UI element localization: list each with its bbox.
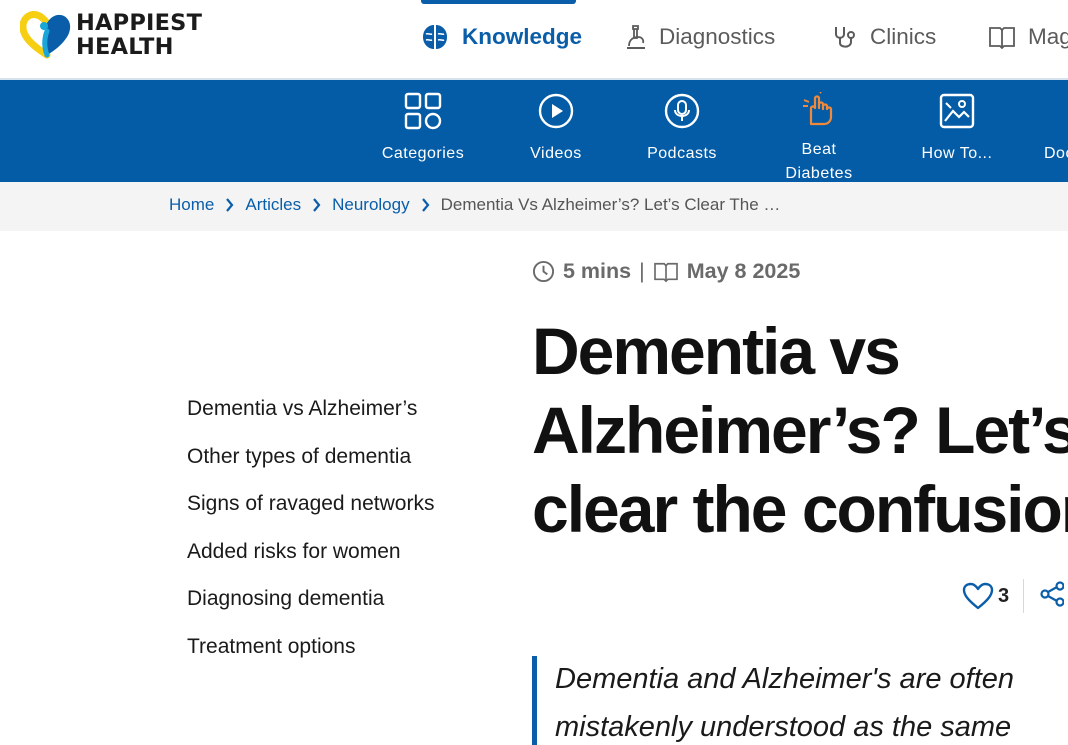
nav-knowledge[interactable]: Knowledge xyxy=(420,22,582,52)
article-actions: 3 xyxy=(962,578,1065,614)
like-count: 3 xyxy=(998,584,1010,607)
subnav-podcasts[interactable]: Podcasts xyxy=(636,90,728,166)
subnav-videos-label: Videos xyxy=(530,145,582,162)
book-icon xyxy=(989,27,1015,50)
brain-icon xyxy=(423,25,447,49)
subnav-beat-diabetes[interactable]: Beat Diabetes xyxy=(774,90,864,186)
breadcrumb-home[interactable]: Home xyxy=(169,195,214,215)
chevron-right-icon xyxy=(421,198,430,212)
heart-logo-icon xyxy=(20,11,71,59)
publish-date: May 8 2025 xyxy=(686,259,801,283)
subnav-how-to[interactable]: How To... xyxy=(912,90,1002,166)
breadcrumb-neurology[interactable]: Neurology xyxy=(332,195,410,215)
subnav-categories[interactable]: Categories xyxy=(372,90,474,166)
summary-line: Dementia and Alzheimer's are often xyxy=(555,663,1015,695)
document-icon xyxy=(1044,90,1068,132)
article-meta: 5 mins | May 8 2025 xyxy=(532,259,800,284)
share-icon xyxy=(1040,580,1065,607)
stethoscope-icon xyxy=(835,27,855,48)
subnav-docs[interactable]: Doc xyxy=(1044,90,1068,166)
subnav-beat-diabetes-label: Beat Diabetes xyxy=(785,141,853,182)
meta-separator: | xyxy=(639,259,645,283)
nav-magazine-label: Mag xyxy=(1028,24,1068,49)
article-summary: Dementia and Alzheimer's are often mista… xyxy=(532,656,1068,745)
toc-item[interactable]: Added risks for women xyxy=(187,528,434,576)
section-nav: Categories Videos Podcasts Beat Diabetes… xyxy=(0,80,1068,182)
article-title: Dementia vs Alzheimer’s? Let’s clear the… xyxy=(532,312,1068,549)
nav-diagnostics-label: Diagnostics xyxy=(659,24,776,49)
nav-clinics-label: Clinics xyxy=(870,24,937,49)
breadcrumb-articles[interactable]: Articles xyxy=(245,195,301,215)
subnav-docs-label: Doc xyxy=(1044,145,1068,162)
brand-wordmark: HAPPIEST HEALTH xyxy=(76,10,203,60)
subnav-podcasts-label: Podcasts xyxy=(647,145,717,162)
heart-icon xyxy=(962,582,994,610)
happiest-health-logo[interactable]: HAPPIEST HEALTH xyxy=(20,11,202,59)
nav-diagnostics[interactable]: Diagnostics xyxy=(625,22,775,52)
toc-item[interactable]: Treatment options xyxy=(187,623,434,671)
breadcrumb: Home Articles Neurology Dementia Vs Alzh… xyxy=(169,195,780,215)
nav-knowledge-label: Knowledge xyxy=(462,24,583,49)
chevron-right-icon xyxy=(225,198,234,212)
nav-magazine[interactable]: Mag xyxy=(988,22,1068,52)
article-title-line: clear the confusion xyxy=(532,472,1068,546)
grid-icon xyxy=(402,90,444,132)
read-time: 5 mins xyxy=(563,259,632,283)
book-icon xyxy=(653,262,678,282)
divider xyxy=(1023,579,1025,613)
toc-item[interactable]: Signs of ravaged networks xyxy=(187,480,434,528)
clock-icon xyxy=(532,260,555,283)
table-of-contents: Dementia vs Alzheimer’s Other types of d… xyxy=(187,385,434,670)
toc-item[interactable]: Diagnosing dementia xyxy=(187,575,434,623)
toc-item[interactable]: Other types of dementia xyxy=(187,433,434,481)
summary-line: mistakenly understood as the same xyxy=(555,711,1012,743)
subnav-categories-label: Categories xyxy=(381,145,465,162)
nav-clinics[interactable]: Clinics xyxy=(832,22,936,52)
hand-icon xyxy=(798,90,840,132)
breadcrumb-current: Dementia Vs Alzheimer’s? Let’s Clear The… xyxy=(440,195,781,214)
microphone-icon xyxy=(661,90,703,132)
active-tab-indicator xyxy=(421,0,576,4)
like-button[interactable]: 3 xyxy=(962,582,1009,610)
play-icon xyxy=(535,90,577,132)
image-icon xyxy=(936,90,978,132)
article-title-line: Alzheimer’s? Let’s xyxy=(532,393,1068,467)
subnav-videos[interactable]: Videos xyxy=(515,90,597,166)
article-title-line: Dementia vs xyxy=(532,314,901,388)
site-header: HAPPIEST HEALTH Knowledge Diagnostics Cl… xyxy=(0,0,1068,80)
subnav-how-to-label: How To... xyxy=(921,145,993,162)
share-button[interactable] xyxy=(1040,580,1065,612)
breadcrumb-bar: Home Articles Neurology Dementia Vs Alzh… xyxy=(0,182,1068,231)
chevron-right-icon xyxy=(312,198,321,212)
toc-item[interactable]: Dementia vs Alzheimer’s xyxy=(187,385,434,433)
microscope-icon xyxy=(627,25,645,49)
